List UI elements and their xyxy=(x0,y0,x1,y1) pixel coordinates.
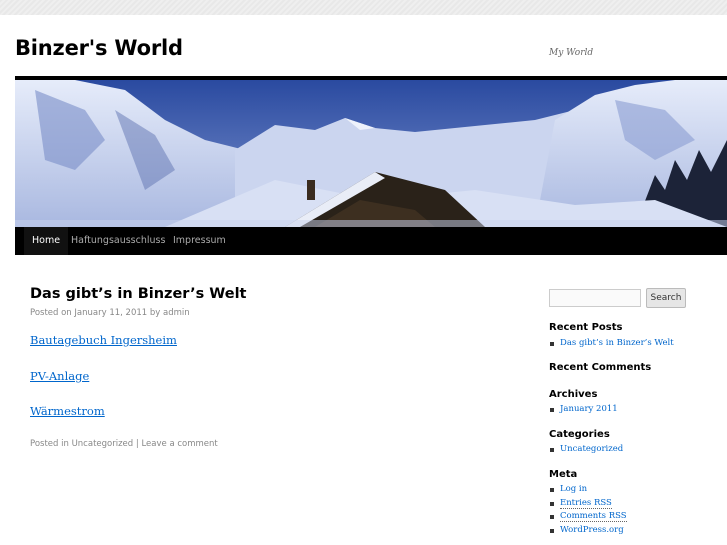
archives-list: January 2011 xyxy=(549,403,618,417)
meta-title: Meta xyxy=(549,469,578,480)
categories-title: Categories xyxy=(549,429,610,440)
list-item: Das gibt’s in Binzer’s Welt xyxy=(549,337,674,351)
recent-posts-list: Das gibt’s in Binzer’s Welt xyxy=(549,337,674,351)
site-description: My World xyxy=(549,48,594,58)
category-link-uncategorized[interactable]: Uncategorized xyxy=(560,444,623,454)
main-navigation: Home Haftungsausschluss Impressum xyxy=(15,227,727,255)
leave-comment-link[interactable]: Leave a comment xyxy=(141,439,217,449)
post-meta-prefix: Posted on xyxy=(30,308,72,318)
meta-list: Log in Entries RSS Comments RSS WordPres… xyxy=(549,483,627,537)
post-title[interactable]: Das gibt’s in Binzer’s Welt xyxy=(30,286,246,302)
recent-comments-title: Recent Comments xyxy=(549,362,652,373)
search-button[interactable]: Search xyxy=(646,288,686,308)
search-input[interactable] xyxy=(549,289,641,307)
header-banner-image xyxy=(15,80,727,227)
post-date-link[interactable]: January 11, 2011 xyxy=(74,308,147,318)
list-item: Log in xyxy=(549,483,627,497)
recent-posts-title: Recent Posts xyxy=(549,322,623,333)
page-wrapper: Binzer's World My World Home Haftungsaus… xyxy=(0,15,727,545)
entry-link-bautagebuch[interactable]: Bautagebuch Ingersheim xyxy=(30,333,177,347)
recent-post-link[interactable]: Das gibt’s in Binzer’s Welt xyxy=(560,338,674,348)
archives-title: Archives xyxy=(549,389,598,400)
meta-link-comments-rss[interactable]: Comments RSS xyxy=(560,511,627,522)
categories-list: Uncategorized xyxy=(549,443,623,457)
archive-link-january-2011[interactable]: January 2011 xyxy=(560,404,618,414)
post-category-link[interactable]: Uncategorized xyxy=(72,439,134,449)
entry-link-pv-anlage[interactable]: PV-Anlage xyxy=(30,369,89,383)
site-title[interactable]: Binzer's World xyxy=(15,36,183,60)
list-item: Comments RSS xyxy=(549,510,627,524)
nav-item-haftungsausschluss[interactable]: Haftungsausschluss xyxy=(63,227,173,255)
meta-link-entries-rss[interactable]: Entries RSS xyxy=(560,497,612,509)
page-background-strip xyxy=(0,0,727,15)
list-item: January 2011 xyxy=(549,403,618,417)
meta-link-login[interactable]: Log in xyxy=(560,484,587,494)
entry-link-waermestrom[interactable]: Wärmestrom xyxy=(30,404,105,418)
post-utility-separator: | xyxy=(135,439,139,449)
nav-item-impressum[interactable]: Impressum xyxy=(165,227,234,255)
post-meta: Posted on January 11, 2011 by admin xyxy=(30,308,190,318)
post-author-link[interactable]: admin xyxy=(163,308,190,318)
post-utility-prefix: Posted in xyxy=(30,439,69,449)
nav-item-home[interactable]: Home xyxy=(24,227,69,255)
list-item: WordPress.org xyxy=(549,524,627,538)
post-meta-by: by xyxy=(149,308,161,318)
post-utility: Posted in Uncategorized | Leave a commen… xyxy=(30,439,218,449)
meta-link-wordpress-org[interactable]: WordPress.org xyxy=(560,525,624,535)
list-item: Entries RSS xyxy=(549,497,627,511)
list-item: Uncategorized xyxy=(549,443,623,457)
